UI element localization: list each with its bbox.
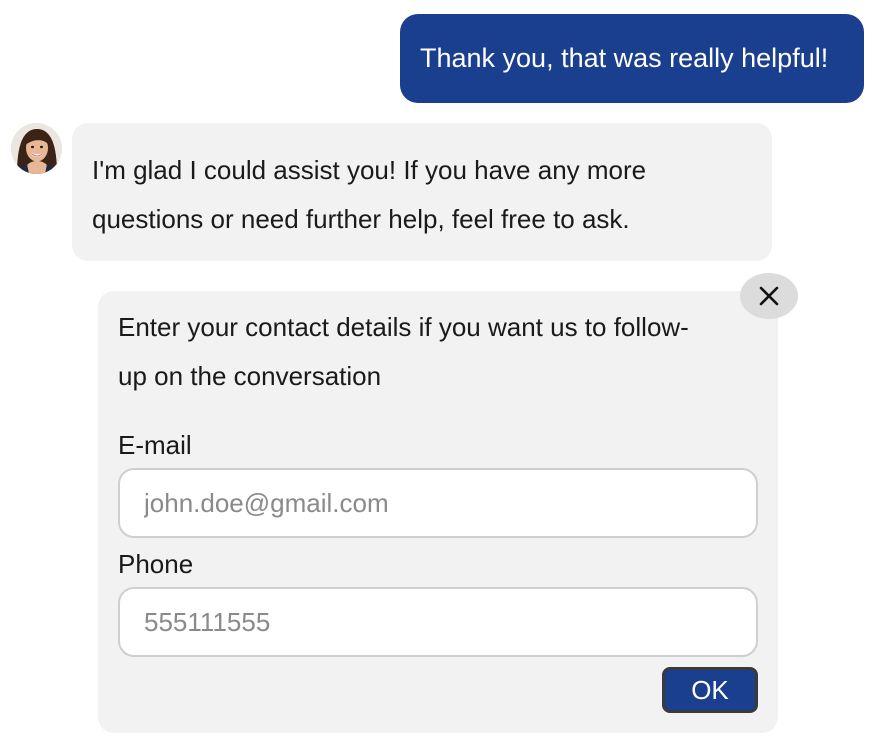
phone-field[interactable] (118, 587, 758, 657)
user-message-text: Thank you, that was really helpful! (420, 43, 829, 73)
avatar-portrait-icon (11, 123, 62, 174)
email-field[interactable] (118, 468, 758, 538)
agent-message-line-2: questions or need further help, feel fre… (92, 204, 630, 234)
email-label: E-mail (118, 430, 192, 460)
contact-form-intro-line-2: up on the conversation (118, 361, 382, 391)
contact-form-intro-line-1: Enter your contact details if you want u… (118, 312, 689, 342)
close-icon (759, 286, 779, 306)
close-form-button[interactable] (740, 273, 798, 319)
phone-label: Phone (118, 549, 194, 579)
contact-form-intro: Enter your contact details if you want u… (118, 303, 689, 401)
agent-message-line-1: I'm glad I could assist you! If you have… (92, 155, 647, 185)
chat-window: Thank you, that was really helpful! I'm … (0, 0, 876, 746)
agent-message-bubble: I'm glad I could assist you! If you have… (72, 123, 772, 261)
user-message-bubble: Thank you, that was really helpful! (400, 14, 864, 103)
ok-button[interactable]: OK (662, 667, 758, 713)
agent-avatar (11, 123, 62, 174)
